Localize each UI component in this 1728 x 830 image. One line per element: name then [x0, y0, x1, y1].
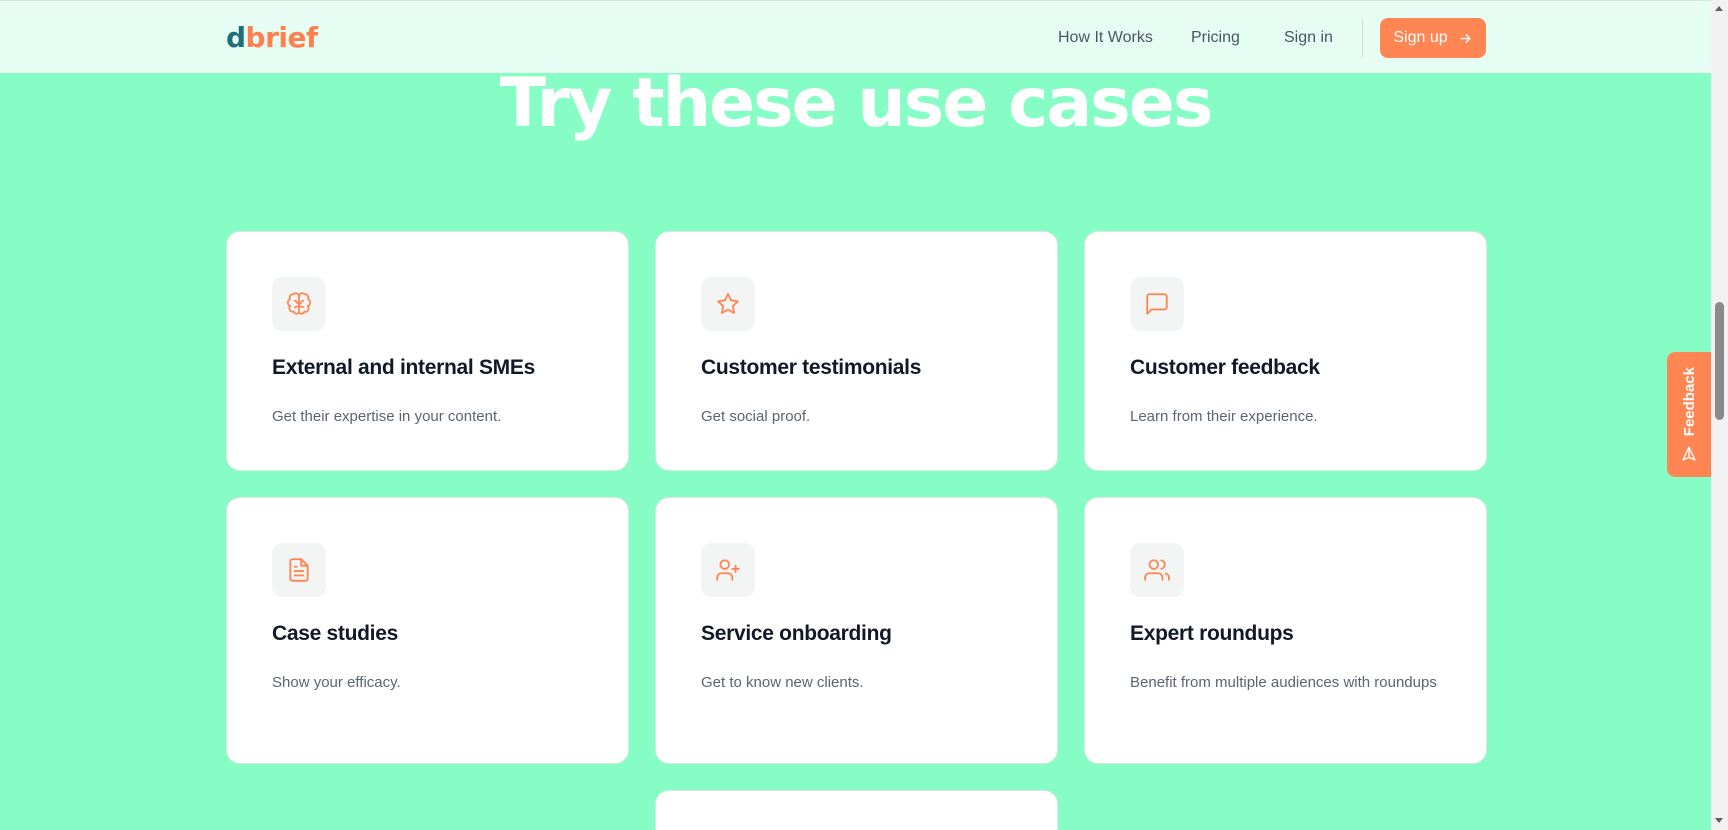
use-case-card-testimonials[interactable]: Customer testimonials Get social proof.	[655, 231, 1058, 471]
page-title: Try these use cases	[499, 64, 1214, 143]
logo-brief: brief	[245, 21, 319, 54]
sign-up-button[interactable]: Sign up	[1380, 18, 1486, 58]
arrow-right-icon	[1460, 33, 1471, 43]
sign-up-label: Sign up	[1393, 29, 1448, 46]
use-case-card-partial[interactable]	[655, 790, 1058, 830]
nav-pricing[interactable]: Pricing	[1191, 29, 1240, 47]
star-icon	[717, 293, 739, 314]
use-case-card-onboarding[interactable]: Service onboarding Get to know new clien…	[655, 497, 1058, 764]
scroll-thumb[interactable]	[1715, 302, 1724, 420]
site-header: dbrief How It Works Pricing Sign in Sign…	[0, 0, 1711, 73]
scroll-down-arrow-icon[interactable]	[1715, 818, 1723, 823]
card-description: Get their expertise in your content.	[272, 408, 502, 425]
icon-box	[272, 543, 326, 597]
card-description: Benefit from multiple audiences with rou…	[1130, 674, 1437, 691]
card-title: Customer feedback	[1130, 356, 1320, 379]
card-description: Learn from their experience.	[1130, 408, 1318, 425]
nav-how-it-works[interactable]: How It Works	[1058, 29, 1153, 47]
brain-icon	[286, 292, 312, 315]
send-icon	[1682, 446, 1696, 461]
use-case-card-case-studies[interactable]: Case studies Show your efficacy.	[226, 497, 629, 764]
use-case-card-feedback[interactable]: Customer feedback Learn from their exper…	[1084, 231, 1487, 471]
nav-divider	[1362, 19, 1363, 57]
logo-d: d	[226, 21, 246, 54]
card-description: Get to know new clients.	[701, 674, 864, 691]
icon-box	[1130, 277, 1184, 331]
dbrief-logo[interactable]: dbrief	[226, 21, 318, 54]
user-plus-icon	[716, 559, 740, 581]
file-text-icon	[289, 558, 309, 582]
card-description: Show your efficacy.	[272, 674, 401, 691]
card-title: Case studies	[272, 622, 398, 645]
message-square-icon	[1146, 293, 1168, 315]
icon-box	[272, 277, 326, 331]
icon-box	[1130, 543, 1184, 597]
icon-box	[701, 543, 755, 597]
use-case-card-smes[interactable]: External and internal SMEs Get their exp…	[226, 231, 629, 471]
card-title: Service onboarding	[701, 622, 892, 645]
card-title: Expert roundups	[1130, 622, 1294, 645]
use-case-card-roundups[interactable]: Expert roundups Benefit from multiple au…	[1084, 497, 1487, 764]
feedback-tab[interactable]: Feedback	[1667, 352, 1711, 477]
vertical-scrollbar[interactable]	[1711, 0, 1728, 830]
card-title: Customer testimonials	[701, 356, 922, 379]
icon-box	[701, 277, 755, 331]
users-icon	[1144, 559, 1170, 581]
card-title: External and internal SMEs	[272, 356, 535, 379]
scroll-up-arrow-icon[interactable]	[1715, 6, 1723, 11]
card-description: Get social proof.	[701, 408, 811, 425]
nav-sign-in[interactable]: Sign in	[1284, 29, 1333, 47]
feedback-label: Feedback	[1680, 366, 1698, 437]
